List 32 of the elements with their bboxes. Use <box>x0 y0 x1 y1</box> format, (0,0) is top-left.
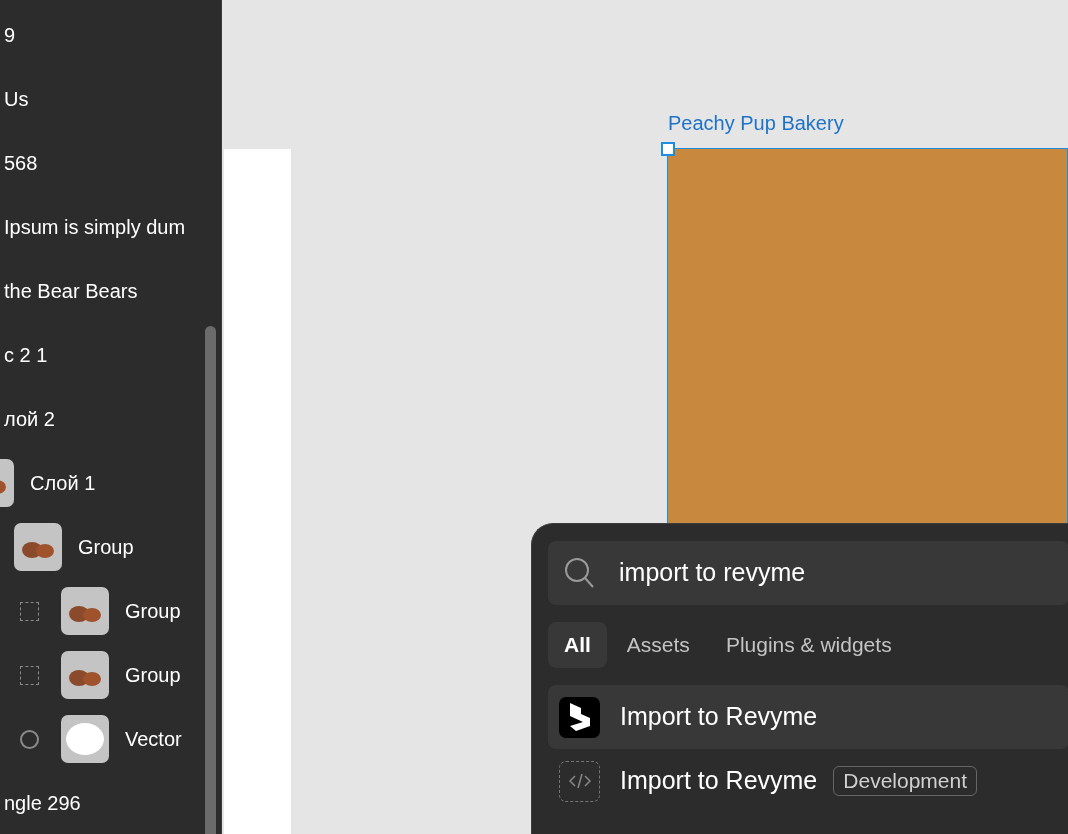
vector-thumbnail <box>61 715 109 763</box>
plugin-logo-icon <box>559 696 600 738</box>
frame-label: Peachy Pup Bakery <box>668 111 844 136</box>
layer-name[interactable]: 9 <box>4 20 16 50</box>
layer-name[interactable]: Слой 1 <box>30 468 96 498</box>
dashed-square-icon <box>20 601 39 621</box>
code-icon <box>559 760 600 802</box>
layer-name[interactable]: Group <box>78 532 134 562</box>
result-item[interactable]: Import to Revyme <box>548 685 1068 749</box>
layer-name[interactable]: Vector <box>125 724 182 754</box>
search-icon <box>563 556 597 590</box>
layer-name[interactable]: the Bear Bears <box>4 276 138 306</box>
layer-name[interactable]: ngle 296 <box>4 788 81 818</box>
image-thumbnail <box>61 587 109 635</box>
dashed-square-icon <box>20 665 39 685</box>
result-item[interactable]: Import to Revyme Development <box>548 749 1068 813</box>
layer-name[interactable]: 568 <box>4 148 38 178</box>
layer-name[interactable]: лой 2 <box>4 404 55 434</box>
layer-name[interactable]: c 2 1 <box>4 340 48 370</box>
filter-tab[interactable]: Assets <box>610 622 706 668</box>
resize-handle[interactable] <box>661 142 675 156</box>
image-thumbnail <box>14 523 62 571</box>
layer-name[interactable]: Group <box>125 596 181 626</box>
development-badge: Development <box>833 766 977 796</box>
layer-name[interactable]: Ipsum is simply dum <box>4 212 186 242</box>
image-thumbnail <box>61 651 109 699</box>
layer-name[interactable]: Us <box>4 84 29 114</box>
layer-name[interactable]: Group <box>125 660 181 690</box>
filter-tab[interactable]: Plugins & widgets <box>709 622 908 668</box>
filter-tab[interactable]: All <box>548 622 607 668</box>
scrollbar-thumb[interactable] <box>205 326 216 834</box>
search-field[interactable]: import to revyme <box>548 541 1068 605</box>
